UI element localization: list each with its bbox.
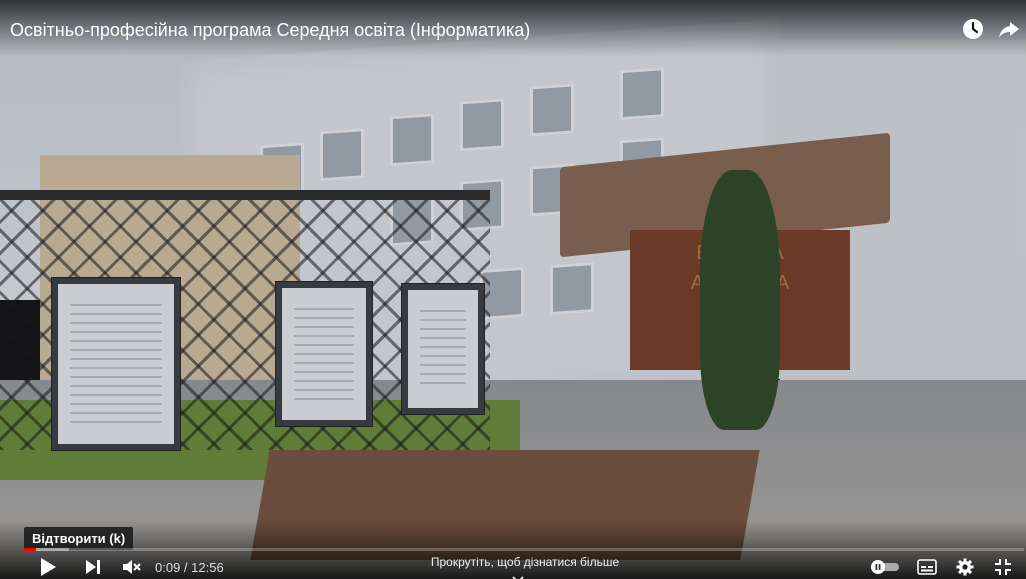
mute-button[interactable] <box>118 555 144 579</box>
time-display: 0:09 / 12:56 <box>155 560 224 575</box>
share-button[interactable] <box>996 16 1022 42</box>
play-icon <box>41 558 56 576</box>
mute-icon <box>123 560 141 574</box>
play-button[interactable] <box>34 555 62 579</box>
clock-icon <box>963 19 983 39</box>
duration: 12:56 <box>191 560 224 575</box>
progress-played <box>24 548 36 551</box>
video-player[interactable]: ВІДАСНА АГОРІЧНА МЯ Освітньо-професійна … <box>0 0 1026 579</box>
share-icon <box>999 22 1019 38</box>
video-title[interactable]: Освітньо-професійна програма Середня осв… <box>10 20 530 41</box>
time-separator: / <box>180 560 192 575</box>
autoplay-toggle[interactable] <box>868 555 902 579</box>
next-icon <box>86 560 100 574</box>
scroll-more-button[interactable] <box>512 571 524 579</box>
progress-bar[interactable] <box>24 548 1024 551</box>
gear-icon <box>956 558 974 576</box>
exit-fullscreen-icon <box>995 559 1011 575</box>
frame-tint <box>0 0 1026 579</box>
current-time: 0:09 <box>155 560 181 575</box>
autoplay-toggle-icon <box>871 560 899 574</box>
next-button[interactable] <box>80 555 106 579</box>
watch-later-button[interactable] <box>960 16 986 42</box>
exit-fullscreen-button[interactable] <box>990 555 1016 579</box>
video-frame[interactable]: ВІДАСНА АГОРІЧНА МЯ <box>0 0 1026 579</box>
subtitles-button[interactable] <box>914 555 940 579</box>
play-tooltip: Відтворити (k) <box>24 527 134 550</box>
scroll-hint[interactable]: Прокрутіть, щоб дізнатися більше <box>380 555 670 569</box>
subtitles-icon <box>917 559 937 575</box>
settings-button[interactable] <box>952 555 978 579</box>
